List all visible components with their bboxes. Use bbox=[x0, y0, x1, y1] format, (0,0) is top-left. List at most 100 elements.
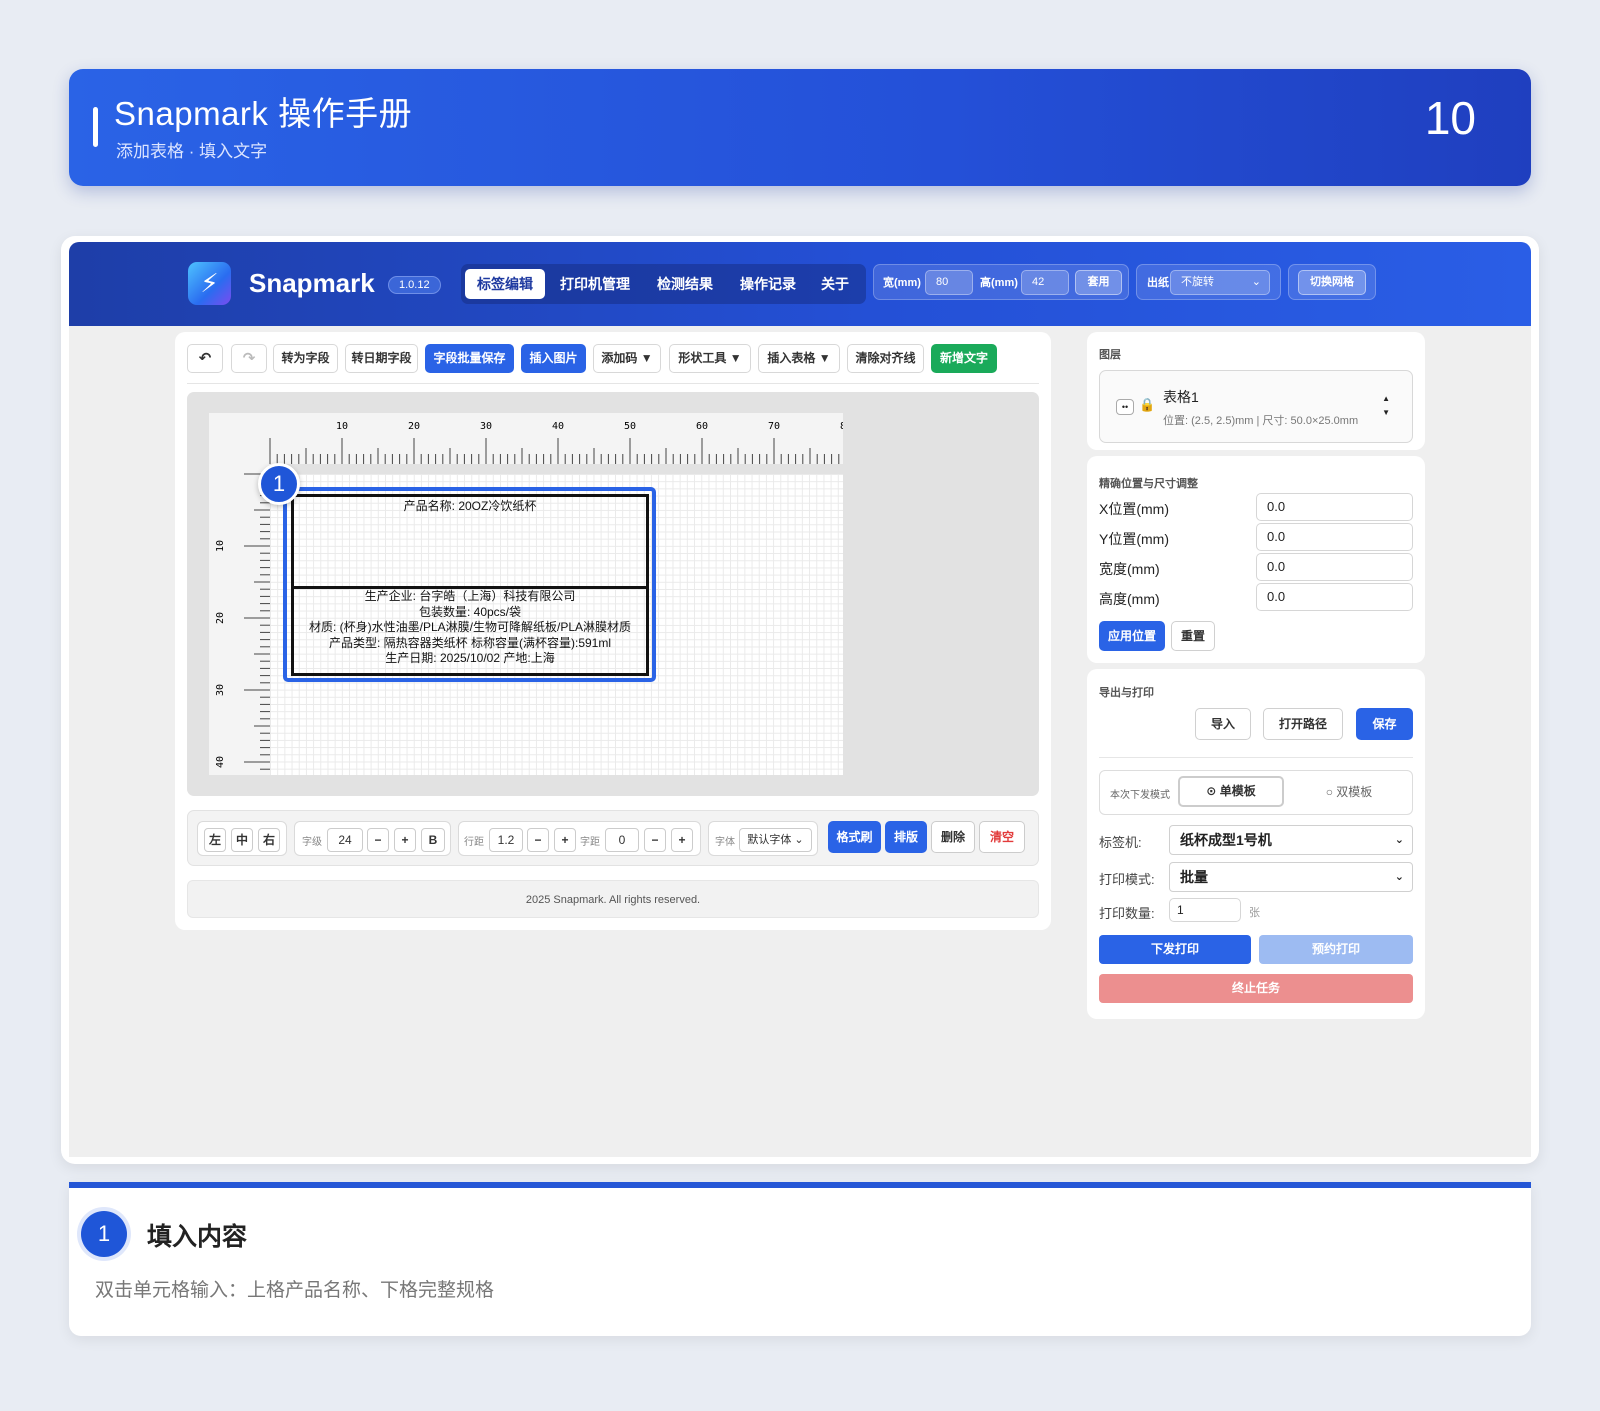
apply-size-button[interactable]: 套用 bbox=[1075, 270, 1122, 295]
step-card: 1 填入内容 双击单元格输入：上格产品名称、下格完整规格 bbox=[69, 1182, 1531, 1336]
clear-guides-button[interactable]: 清除对齐线 bbox=[847, 344, 924, 373]
to-field-button[interactable]: 转为字段 bbox=[273, 344, 338, 373]
print-count-input[interactable]: 1 bbox=[1169, 898, 1241, 922]
layer-item[interactable]: •• 🔒 表格1 位置: (2.5, 2.5)mm | 尺寸: 50.0×25.… bbox=[1099, 370, 1413, 443]
font-select[interactable]: 默认字体 ⌄ bbox=[739, 828, 812, 852]
label-table[interactable]: 产品名称: 20OZ冷饮纸杯 生产企业: 台字皓（上海）科技有限公司 包装数量:… bbox=[291, 494, 649, 676]
toggle-grid-button[interactable]: 切换网格 bbox=[1298, 270, 1366, 295]
step-number-badge: 1 bbox=[81, 1211, 127, 1257]
to-date-field-button[interactable]: 转日期字段 bbox=[345, 344, 418, 373]
height-input[interactable]: 42 bbox=[1021, 270, 1069, 295]
single-template-option[interactable]: ⊙ 单模板 bbox=[1178, 776, 1284, 807]
printer-select[interactable]: 纸杯成型1号机 ⌄ bbox=[1169, 825, 1413, 855]
table-cell-bottom[interactable]: 生产企业: 台字皓（上海）科技有限公司 包装数量: 40pcs/袋 材质: (杯… bbox=[294, 589, 646, 667]
import-button[interactable]: 导入 bbox=[1195, 708, 1251, 740]
lock-icon[interactable]: 🔒 bbox=[1139, 397, 1155, 413]
open-path-button[interactable]: 打开路径 bbox=[1263, 708, 1343, 740]
save-button[interactable]: 保存 bbox=[1356, 708, 1413, 740]
paper-out-value: 不旋转 bbox=[1181, 276, 1214, 288]
insert-table-button[interactable]: 插入表格 ▼ bbox=[758, 344, 840, 373]
add-text-button[interactable]: 新增文字 bbox=[931, 344, 997, 373]
font-size-label: 字级 bbox=[302, 837, 322, 848]
ruler-label: 20 bbox=[215, 612, 226, 624]
editor-panel: ↶ ↷ 转为字段 转日期字段 字段批量保存 插入图片 添加码 ▼ 形状工具 ▼ … bbox=[175, 332, 1051, 930]
redo-icon[interactable]: ↷ bbox=[231, 344, 267, 373]
tab-detection-results[interactable]: 检测结果 bbox=[645, 269, 725, 299]
banner-subtitle: 添加表格 · 填入文字 bbox=[116, 142, 268, 161]
letter-spacing-plus-button[interactable]: + bbox=[671, 828, 693, 852]
spacing-group: 行距 1.2 − + 字距 0 − + bbox=[458, 821, 701, 856]
eye-icon[interactable]: •• bbox=[1116, 399, 1134, 415]
ruler-label: 30 bbox=[480, 421, 492, 432]
stop-task-button[interactable]: 终止任务 bbox=[1099, 974, 1413, 1003]
y-position-label: Y位置(mm) bbox=[1099, 531, 1169, 547]
clear-button[interactable]: 清空 bbox=[979, 821, 1025, 853]
align-left-button[interactable]: 左 bbox=[204, 828, 226, 852]
format-painter-button[interactable]: 格式刷 bbox=[828, 821, 881, 853]
ruler-label: 10 bbox=[215, 540, 226, 552]
send-print-button[interactable]: 下发打印 bbox=[1099, 935, 1251, 964]
x-position-input[interactable]: 0.0 bbox=[1256, 493, 1413, 521]
letter-spacing-minus-button[interactable]: − bbox=[644, 828, 666, 852]
ruler-label: 60 bbox=[696, 421, 708, 432]
tab-printer-manage[interactable]: 打印机管理 bbox=[548, 269, 642, 299]
height-input[interactable]: 0.0 bbox=[1256, 583, 1413, 611]
precise-adjust-panel: 精确位置与尺寸调整 X位置(mm) 0.0 Y位置(mm) 0.0 宽度(mm)… bbox=[1087, 456, 1425, 663]
line-height-input[interactable]: 1.2 bbox=[489, 828, 523, 852]
shape-tool-button[interactable]: 形状工具 ▼ bbox=[669, 344, 751, 373]
export-heading: 导出与打印 bbox=[1099, 687, 1154, 699]
footer-copyright: 2025 Snapmark. All rights reserved. bbox=[187, 880, 1039, 918]
apply-position-button[interactable]: 应用位置 bbox=[1099, 621, 1165, 651]
radio-checked-icon: ⊙ bbox=[1206, 784, 1217, 798]
tab-label-editor[interactable]: 标签编辑 bbox=[465, 269, 545, 299]
reorder-arrows-icon[interactable]: ▲ ▼ bbox=[1382, 392, 1390, 420]
ruler-label: 40 bbox=[215, 756, 226, 768]
print-count-label: 打印数量: bbox=[1099, 906, 1155, 921]
ruler-left: 10 20 30 40 bbox=[209, 464, 270, 775]
font-label: 字体 bbox=[715, 837, 735, 848]
insert-image-button[interactable]: 插入图片 bbox=[521, 344, 586, 373]
font-size-minus-button[interactable]: − bbox=[367, 828, 389, 852]
bold-button[interactable]: B bbox=[421, 828, 445, 852]
table-cell-top[interactable]: 产品名称: 20OZ冷饮纸杯 bbox=[294, 497, 646, 514]
print-mode-select[interactable]: 批量 ⌄ bbox=[1169, 862, 1413, 892]
format-bar: 左 中 右 字级 24 − + B 行距 1.2 − + 字距 0 − + 字体… bbox=[187, 810, 1039, 866]
add-code-button[interactable]: 添加码 ▼ bbox=[593, 344, 661, 373]
cell-line: 生产日期: 2025/10/02 产地:上海 bbox=[385, 651, 555, 665]
selected-table[interactable]: 产品名称: 20OZ冷饮纸杯 生产企业: 台字皓（上海）科技有限公司 包装数量:… bbox=[283, 487, 656, 682]
undo-icon[interactable]: ↶ bbox=[187, 344, 223, 373]
line-height-label: 行距 bbox=[464, 837, 484, 848]
double-template-label: 双模板 bbox=[1336, 785, 1373, 799]
letter-spacing-input[interactable]: 0 bbox=[605, 828, 639, 852]
ruler-left-ticks: 10 20 30 40 bbox=[215, 473, 270, 770]
printer-value: 纸杯成型1号机 bbox=[1180, 832, 1272, 848]
font-size-input[interactable]: 24 bbox=[327, 828, 363, 852]
grid-toggle-group: 切换网格 bbox=[1288, 264, 1376, 300]
reset-button[interactable]: 重置 bbox=[1171, 621, 1215, 651]
cell-line: 生产企业: 台字皓（上海）科技有限公司 bbox=[364, 589, 576, 603]
width-input[interactable]: 80 bbox=[925, 270, 973, 295]
batch-save-button[interactable]: 字段批量保存 bbox=[425, 344, 514, 373]
double-template-option[interactable]: ○ 双模板 bbox=[1296, 778, 1402, 807]
paper-out-select[interactable]: 不旋转 ⌄ bbox=[1170, 270, 1270, 295]
line-height-minus-button[interactable]: − bbox=[527, 828, 549, 852]
toolbar-divider bbox=[187, 383, 1039, 384]
layout-button[interactable]: 排版 bbox=[885, 821, 927, 853]
label-size-group: 宽(mm) 80 高(mm) 42 套用 bbox=[873, 264, 1129, 300]
align-right-button[interactable]: 右 bbox=[258, 828, 280, 852]
schedule-print-button[interactable]: 预约打印 bbox=[1259, 935, 1413, 964]
cell-line: 材质: (杯身)水性油墨/PLA淋膜/生物可降解纸板/PLA淋膜材质 bbox=[308, 620, 632, 634]
font-size-plus-button[interactable]: + bbox=[394, 828, 416, 852]
width-input[interactable]: 0.0 bbox=[1256, 553, 1413, 581]
line-height-plus-button[interactable]: + bbox=[554, 828, 576, 852]
chevron-down-icon: ⌄ bbox=[1394, 834, 1404, 846]
tab-operation-log[interactable]: 操作记录 bbox=[728, 269, 808, 299]
y-position-input[interactable]: 0.0 bbox=[1256, 523, 1413, 551]
width-label: 宽(mm) bbox=[883, 277, 921, 289]
ruler-label: 80 bbox=[840, 421, 843, 432]
app-topbar: ⚡ Snapmark 1.0.12 标签编辑 打印机管理 检测结果 操作记录 关… bbox=[69, 242, 1531, 326]
height-label: 高(mm) bbox=[980, 277, 1018, 289]
delete-button[interactable]: 删除 bbox=[931, 821, 975, 853]
tab-about[interactable]: 关于 bbox=[809, 269, 861, 299]
align-center-button[interactable]: 中 bbox=[231, 828, 253, 852]
